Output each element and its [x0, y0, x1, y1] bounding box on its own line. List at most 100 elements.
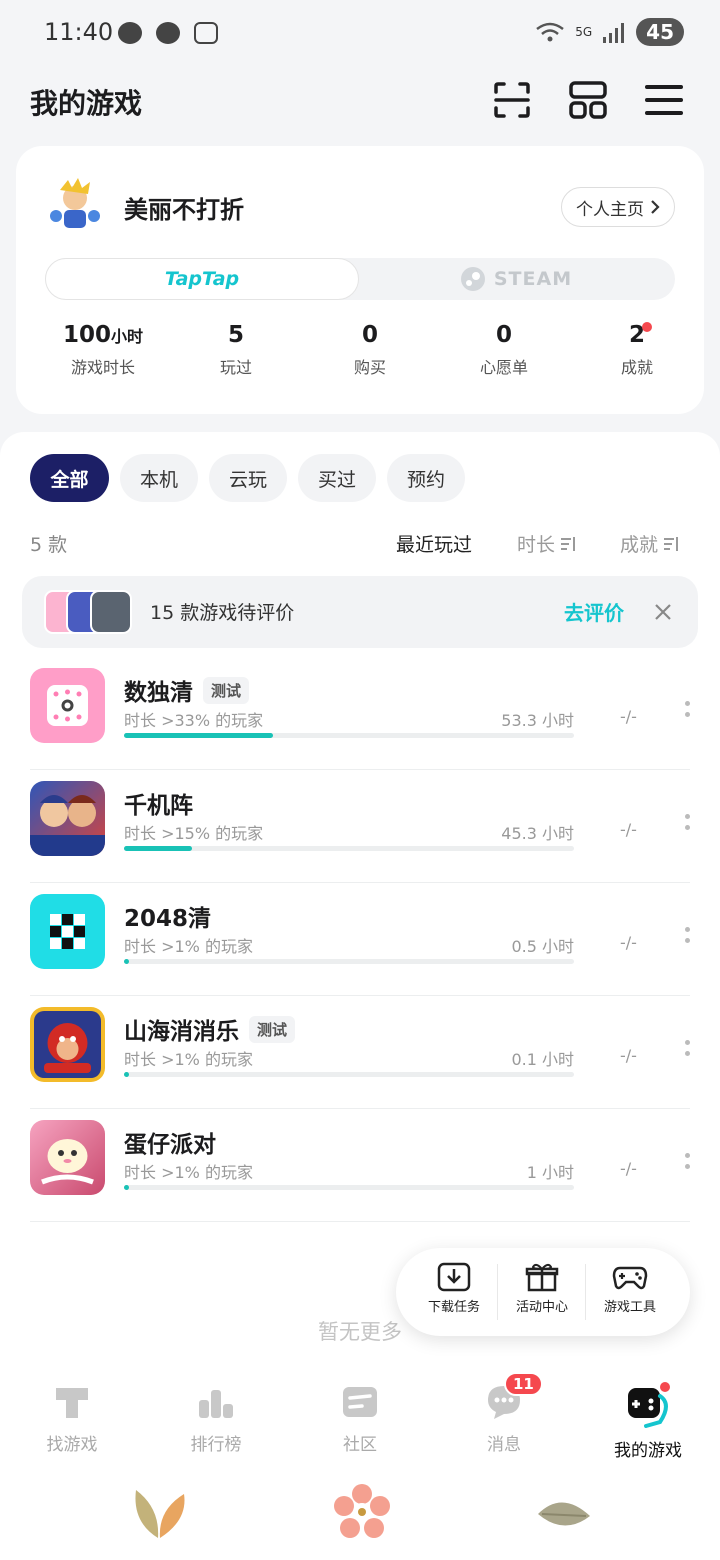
tab-taptap[interactable]: TapTap: [45, 258, 359, 300]
stat-achievements[interactable]: 2 成就: [577, 322, 697, 378]
download-tasks-label: 下载任务: [427, 1300, 480, 1315]
stat-label: 购买: [353, 358, 386, 377]
stat-label: 心愿单: [479, 358, 528, 377]
sort-achievement-label: 成就: [620, 534, 659, 556]
more-icon[interactable]: [685, 701, 691, 717]
profile-home-button[interactable]: 个人主页: [561, 187, 675, 227]
filter-all[interactable]: 全部: [30, 454, 109, 502]
filter-reserved[interactable]: 预约: [387, 454, 465, 502]
steam-icon: [460, 267, 485, 291]
game-row[interactable]: 千机阵 时长 >15% 的玩家 45.3 小时 -/-: [30, 770, 690, 883]
game-subtitle: 时长 >33% 的玩家: [124, 711, 264, 730]
more-icon[interactable]: [685, 1040, 691, 1056]
stat-play-time[interactable]: 100小时 游戏时长: [43, 322, 163, 378]
nav-label: 社区: [343, 1435, 377, 1455]
progress-fill: [124, 959, 129, 964]
game-achievement: -/-: [620, 1159, 637, 1178]
stat-label: 成就: [620, 358, 653, 377]
review-text: 15 款游戏待评价: [150, 602, 295, 624]
sort-recent[interactable]: 最近玩过: [396, 530, 472, 557]
nav-community[interactable]: 社区: [288, 1382, 432, 1455]
game-achievement: -/-: [620, 820, 637, 839]
game-title: 千机阵: [124, 793, 193, 819]
game-title: 数独清: [124, 680, 193, 706]
game-name: 千机阵: [124, 786, 193, 820]
filter-cloud[interactable]: 云玩: [209, 454, 287, 502]
game-list-panel: 全部 本机 云玩 买过 预约 5 款 最近玩过 时长 成就 15 款游戏待评价 …: [0, 432, 720, 1368]
stat-value: 5: [227, 322, 244, 348]
game-tools-button[interactable]: 游戏工具: [586, 1262, 674, 1315]
achievement-red-dot: [642, 322, 652, 332]
community-icon: [343, 1387, 377, 1417]
notification-icons: [118, 22, 218, 44]
progress-track: [124, 1185, 574, 1190]
game-count: 5 款: [30, 534, 68, 556]
status-time: 11:40: [44, 18, 114, 46]
game-name: 蛋仔派对: [124, 1125, 216, 1159]
flower-decoration-icon: [334, 1484, 390, 1538]
nav-find-games[interactable]: 找游戏: [0, 1382, 144, 1455]
sort-icon: [561, 536, 576, 551]
profile-home-label: 个人主页: [576, 199, 644, 220]
battery-indicator: 45: [636, 18, 684, 46]
filter-local[interactable]: 本机: [120, 454, 198, 502]
game-hours: 0.1 小时: [511, 1050, 574, 1069]
chevron-right-icon: [651, 200, 660, 214]
progress-track: [124, 959, 574, 964]
scan-icon[interactable]: [492, 80, 532, 120]
game-row[interactable]: 数独清 测试 时长 >33% 的玩家 53.3 小时 -/-: [30, 657, 690, 770]
game-icon-qianjizhen: [30, 781, 105, 856]
nav-label: 找游戏: [46, 1435, 98, 1455]
message-icon: [156, 22, 180, 44]
game-row[interactable]: 蛋仔派对 时长 >1% 的玩家 1 小时 -/-: [30, 1109, 690, 1222]
sort-duration[interactable]: 时长: [517, 530, 577, 557]
grid-icon[interactable]: [568, 80, 608, 120]
more-icon[interactable]: [685, 814, 691, 830]
stat-wishlist[interactable]: 0 心愿单: [444, 322, 564, 378]
game-hours: 1 小时: [526, 1163, 574, 1182]
nav-messages[interactable]: 消息: [432, 1382, 576, 1455]
game-row[interactable]: 2048清 时长 >1% 的玩家 0.5 小时 -/-: [30, 883, 690, 996]
game-row[interactable]: 山海消消乐 测试 时长 >1% 的玩家 0.1 小时 -/-: [30, 996, 690, 1109]
activity-center-label: 活动中心: [515, 1300, 568, 1315]
signal-icon: [603, 23, 625, 43]
activity-center-button[interactable]: 活动中心: [498, 1262, 586, 1315]
leaf-decoration-icon: [538, 1502, 590, 1526]
nav-rankings[interactable]: 排行榜: [144, 1382, 288, 1455]
gift-icon: [525, 1263, 559, 1292]
my-games-icon: [628, 1382, 670, 1428]
game-icon-sudoku: [30, 668, 105, 743]
stat-value: 0: [495, 322, 512, 348]
stat-purchased[interactable]: 0 购买: [310, 322, 430, 378]
stacked-game-icon: [90, 590, 132, 634]
more-icon[interactable]: [685, 1153, 691, 1169]
stat-value: 100: [62, 322, 111, 348]
page-title: 我的游戏: [30, 87, 143, 120]
nav-label: 消息: [487, 1435, 521, 1455]
stat-played[interactable]: 5 玩过: [176, 322, 296, 378]
platform-switch: TapTap STEAM: [45, 258, 675, 300]
nav-my-games[interactable]: 我的游戏: [576, 1382, 720, 1461]
download-icon: [437, 1262, 471, 1292]
game-name: 2048清: [124, 899, 211, 933]
tab-steam-label: STEAM: [493, 268, 573, 290]
game-hours: 53.3 小时: [501, 711, 574, 730]
message-badge: 11: [504, 1372, 543, 1396]
download-tasks-button[interactable]: 下载任务: [410, 1262, 498, 1315]
game-achievement: -/-: [620, 1046, 637, 1065]
tab-steam[interactable]: STEAM: [359, 258, 673, 300]
game-title: 2048清: [124, 906, 212, 932]
sort-achievement[interactable]: 成就: [620, 530, 680, 557]
game-achievement: -/-: [620, 933, 637, 952]
review-banner[interactable]: 15 款游戏待评价 去评价: [22, 576, 698, 648]
close-icon[interactable]: [654, 603, 672, 621]
game-subtitle: 时长 >1% 的玩家: [124, 1163, 253, 1182]
game-name: 数独清 测试: [124, 673, 250, 707]
filter-bought[interactable]: 买过: [298, 454, 376, 502]
stat-label: 游戏时长: [70, 358, 135, 377]
bottom-nav: 找游戏 排行榜 社区 消息 11 我的游戏: [0, 1368, 720, 1560]
review-action-link[interactable]: 去评价: [564, 597, 624, 626]
menu-icon[interactable]: [644, 80, 684, 120]
more-icon[interactable]: [685, 927, 691, 943]
avatar[interactable]: [46, 176, 104, 234]
